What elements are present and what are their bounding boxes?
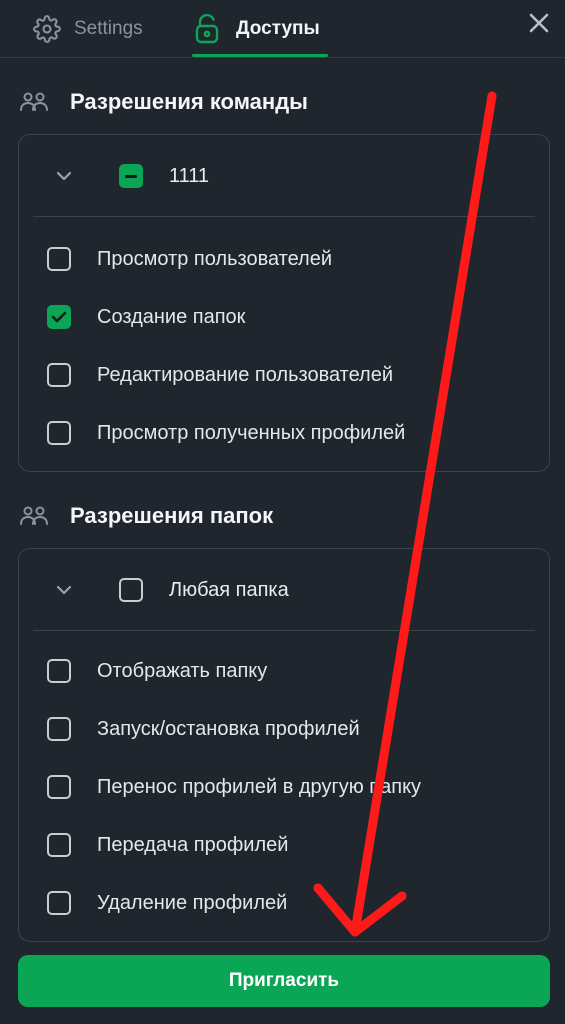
folder-permissions-heading: Разрешения папок [18,498,273,534]
permission-checkbox[interactable] [47,421,71,445]
invite-button[interactable]: Пригласить [18,955,550,1007]
folder-group-label: Любая папка [169,579,289,601]
permission-checkbox[interactable] [47,891,71,915]
folder-permissions-card: Любая папка Отображать папку Запуск/оста… [18,548,550,942]
permission-checkbox[interactable] [47,363,71,387]
permission-transfer-profiles[interactable]: Передача профилей [47,830,288,860]
tab-access[interactable]: Доступы [192,0,320,58]
team-group-checkbox[interactable] [119,164,143,188]
indeterminate-mark [125,174,137,178]
team-permissions-heading: Разрешения команды [18,84,308,120]
permission-checkbox[interactable] [47,659,71,683]
permission-view-received-profiles[interactable]: Просмотр полученных профилей [47,418,405,448]
chevron-down-icon [55,584,73,596]
folder-group-checkbox[interactable] [119,578,143,602]
folder-group-expand-toggle[interactable] [49,575,79,605]
permission-label: Запуск/остановка профилей [97,717,360,740]
checkmark-icon [51,311,67,323]
team-group-expand-toggle[interactable] [49,161,79,191]
permission-label: Просмотр пользователей [97,247,333,270]
close-button[interactable] [524,8,554,38]
team-group-label: 1111 [169,165,210,187]
permission-checkbox[interactable] [47,305,71,329]
team-permissions-card: 1111 Просмотр пользователей Создание пап… [18,134,550,472]
tab-settings-label: Settings [74,18,143,39]
folder-group-header: Любая папка [33,549,535,631]
lock-icon [192,14,222,44]
permission-label: Удаление профилей [97,891,288,914]
tab-access-label: Доступы [236,18,320,39]
tab-settings[interactable]: Settings [32,0,143,58]
folder-permissions-title: Разрешения папок [70,503,274,528]
permission-checkbox[interactable] [47,717,71,741]
permission-label: Редактирование пользователей [97,363,394,386]
permission-show-folder[interactable]: Отображать папку [47,656,267,686]
permission-view-users[interactable]: Просмотр пользователей [47,244,332,274]
permission-label: Просмотр полученных профилей [97,421,406,444]
permission-label: Передача профилей [97,833,289,856]
permission-checkbox[interactable] [47,775,71,799]
close-icon [528,12,550,34]
access-settings-panel: Settings Доступы Разрешения команды 1111… [0,0,565,1024]
team-permissions-title: Разрешения команды [70,89,308,114]
permission-checkbox[interactable] [47,247,71,271]
permission-label: Создание папок [97,305,246,328]
permission-checkbox[interactable] [47,833,71,857]
tab-bar: Settings Доступы [0,0,565,58]
permission-create-folders[interactable]: Создание папок [47,302,245,332]
team-group-header: 1111 [33,135,535,217]
chevron-down-icon [55,170,73,182]
permission-start-stop-profiles[interactable]: Запуск/остановка профилей [47,714,360,744]
permission-edit-users[interactable]: Редактирование пользователей [47,360,393,390]
gear-icon [32,14,62,44]
permission-delete-profiles[interactable]: Удаление профилей [47,888,287,918]
users-icon [18,504,54,528]
active-tab-indicator [192,54,328,57]
users-icon [18,90,54,114]
permission-label: Перенос профилей в другую папку [97,775,422,798]
permission-move-profiles[interactable]: Перенос профилей в другую папку [47,772,421,802]
permission-label: Отображать папку [97,659,268,682]
